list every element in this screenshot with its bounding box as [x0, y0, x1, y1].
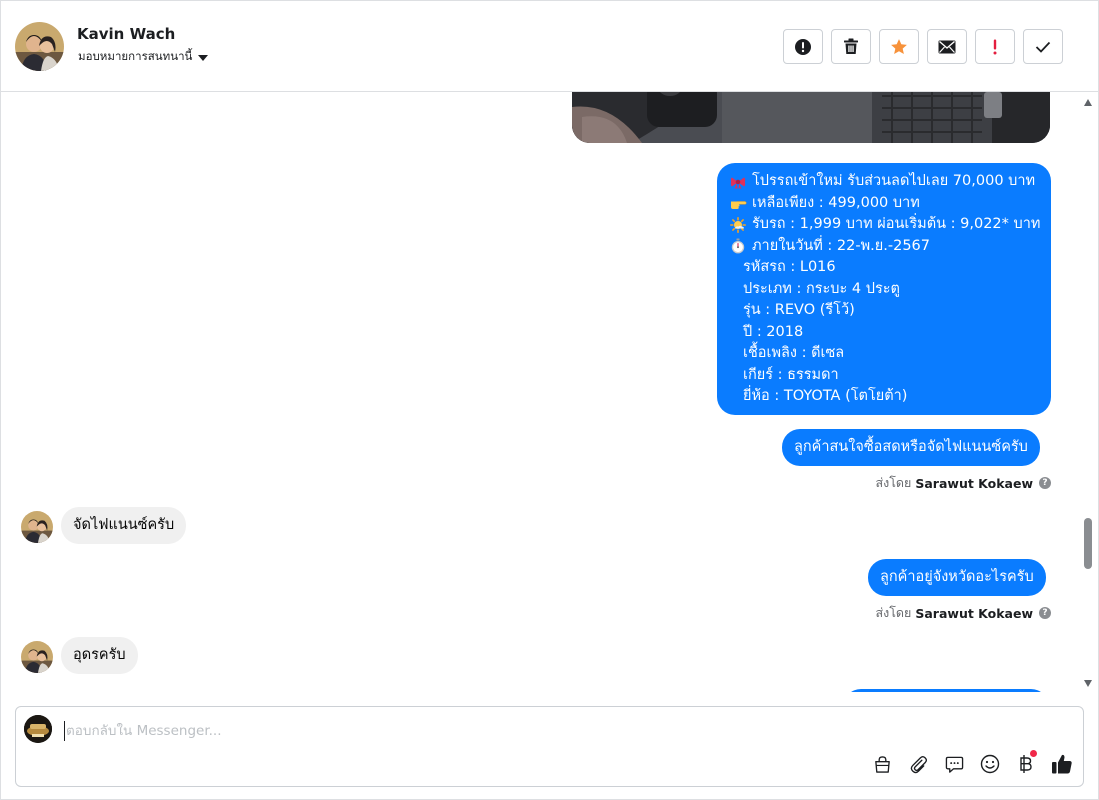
contact-avatar-small[interactable]: [21, 641, 53, 673]
scroll-down-arrow-icon[interactable]: [1084, 680, 1092, 687]
sent-by-label: ส่งโดย Sarawut Kokaew ?: [875, 603, 1051, 623]
conversation-panel: Kavin Wach มอบหมายการสนทนานี้ โปรรถเข้าใ…: [0, 0, 1099, 800]
mark-done-button[interactable]: [1023, 29, 1063, 64]
shop-button[interactable]: [871, 753, 893, 775]
offer-line: ภายในวันที่ : 22-พ.ย.-2567: [729, 236, 1039, 258]
offer-line: เชื้อเพลิง : ดีเซล: [729, 343, 1039, 365]
star-icon: [891, 38, 907, 54]
caret-down-icon: [198, 54, 209, 61]
scroll-up-arrow-icon[interactable]: [1084, 99, 1092, 106]
offer-line-text: รุ่น : REVO (รีโว้): [743, 302, 855, 318]
offer-line-text: เชื้อเพลิง : ดีเซล: [743, 345, 845, 361]
car-photo-message[interactable]: [572, 92, 1050, 143]
paperclip-icon: [910, 755, 927, 773]
check-icon: [1035, 41, 1051, 53]
ribbon-icon: [729, 173, 747, 191]
offer-line-text: รหัสรถ : L016: [743, 259, 836, 275]
offer-line-text: เกียร์ : ธรรมดา: [743, 366, 839, 383]
star-button[interactable]: [879, 29, 919, 64]
offer-line-text: ปี : 2018: [743, 323, 804, 340]
assign-conversation-dropdown[interactable]: มอบหมายการสนทนานี้: [78, 48, 209, 66]
offer-message[interactable]: โปรรถเข้าใหม่ รับส่วนลดไปเลย 70,000 บาทเ…: [717, 163, 1051, 415]
composer-toolbar: [871, 750, 1073, 775]
help-icon[interactable]: ?: [1039, 607, 1051, 619]
stopwatch-icon: [729, 237, 747, 255]
offer-line: ปี : 2018: [729, 322, 1039, 344]
offer-line: รหัสรถ : L016: [729, 257, 1039, 279]
offer-line: ประเภท : กระบะ 4 ประตู: [729, 279, 1039, 301]
help-icon[interactable]: ?: [1039, 477, 1051, 489]
payment-button[interactable]: [1015, 750, 1037, 775]
assign-label: มอบหมายการสนทนานี้: [78, 49, 193, 63]
pointing-hand-icon: [729, 194, 747, 212]
offer-line-text: เหลือเพียง : 499,000 บาท: [752, 194, 920, 211]
sent-by-prefix: ส่งโดย: [875, 605, 912, 620]
scroll-thumb[interactable]: [1084, 518, 1092, 569]
chat-bubble-icon: [945, 756, 963, 773]
offer-line: รับรถ : 1,999 บาท ผ่อนเริ่มต้น : 9,022* …: [729, 214, 1041, 236]
follow-up-button[interactable]: [975, 29, 1015, 64]
offer-line: เหลือเพียง : 499,000 บาท: [729, 193, 1039, 215]
contact-name[interactable]: Kavin Wach: [77, 25, 175, 43]
baht-icon: [1020, 755, 1032, 773]
offer-line: โปรรถเข้าใหม่ รับส่วนลดไปเลย 70,000 บาท: [729, 171, 1039, 193]
page-avatar: [24, 715, 52, 743]
offer-line-text: โปรรถเข้าใหม่ รับส่วนลดไปเลย 70,000 บาท: [752, 173, 1036, 189]
emoji-button[interactable]: [979, 753, 1001, 775]
notification-dot: [1030, 750, 1037, 757]
sent-by-name: Sarawut Kokaew: [915, 605, 1033, 621]
incoming-message[interactable]: จัดไฟแนนซ์ครับ: [61, 507, 187, 544]
shopping-bag-icon: [874, 755, 890, 773]
report-spam-button[interactable]: [783, 29, 823, 64]
sent-by-name: Sarawut Kokaew: [915, 475, 1033, 491]
outgoing-message[interactable]: ลูกค้าอยู่จังหวัดอะไรครับ: [868, 559, 1046, 596]
contact-avatar-small[interactable]: [21, 511, 53, 543]
exclamation-icon: [993, 39, 997, 54]
message-list[interactable]: โปรรถเข้าใหม่ รับส่วนลดไปเลย 70,000 บาทเ…: [1, 92, 1079, 692]
contact-avatar[interactable]: [15, 22, 64, 71]
mark-unread-button[interactable]: [927, 29, 967, 64]
reply-input[interactable]: [64, 721, 764, 741]
sun-icon: [729, 216, 747, 234]
offer-line: ยี่ห้อ : TOYOTA (โตโยต้า): [729, 386, 1039, 408]
offer-lines: โปรรถเข้าใหม่ รับส่วนลดไปเลย 70,000 บาทเ…: [729, 171, 1041, 408]
envelope-icon: [938, 40, 956, 53]
conversation-header: Kavin Wach มอบหมายการสนทนานี้: [1, 1, 1098, 92]
sent-by-label: ส่งโดย Sarawut Kokaew ?: [875, 473, 1051, 493]
smiley-icon: [980, 754, 1000, 774]
saved-replies-button[interactable]: [943, 753, 965, 775]
sent-by-prefix: ส่งโดย: [875, 475, 912, 490]
offer-line: รุ่น : REVO (รีโว้): [729, 300, 1039, 322]
offer-line-text: ประเภท : กระบะ 4 ประตู: [743, 280, 900, 297]
thumbs-up-icon: [1052, 754, 1072, 774]
offer-line: เกียร์ : ธรรมดา: [729, 365, 1039, 387]
like-button[interactable]: [1051, 753, 1073, 775]
offer-line-text: ยี่ห้อ : TOYOTA (โตโยต้า): [743, 388, 908, 404]
conversation-actions: [783, 29, 1063, 64]
offer-line-text: ภายในวันที่ : 22-พ.ย.-2567: [752, 237, 930, 254]
outgoing-message-partial[interactable]: [843, 689, 1049, 692]
reply-composer: [15, 706, 1084, 787]
trash-icon: [844, 38, 858, 54]
offer-line-text: รับรถ : 1,999 บาท ผ่อนเริ่มต้น : 9,022* …: [752, 216, 1041, 232]
alert-circle-icon: [795, 38, 811, 55]
attach-file-button[interactable]: [907, 753, 929, 775]
message-scrollbar[interactable]: [1081, 93, 1096, 691]
outgoing-message[interactable]: ลูกค้าสนใจซื้อสดหรือจัดไฟแนนซ์ครับ: [782, 429, 1040, 466]
delete-button[interactable]: [831, 29, 871, 64]
incoming-message[interactable]: อุดรครับ: [61, 637, 138, 674]
